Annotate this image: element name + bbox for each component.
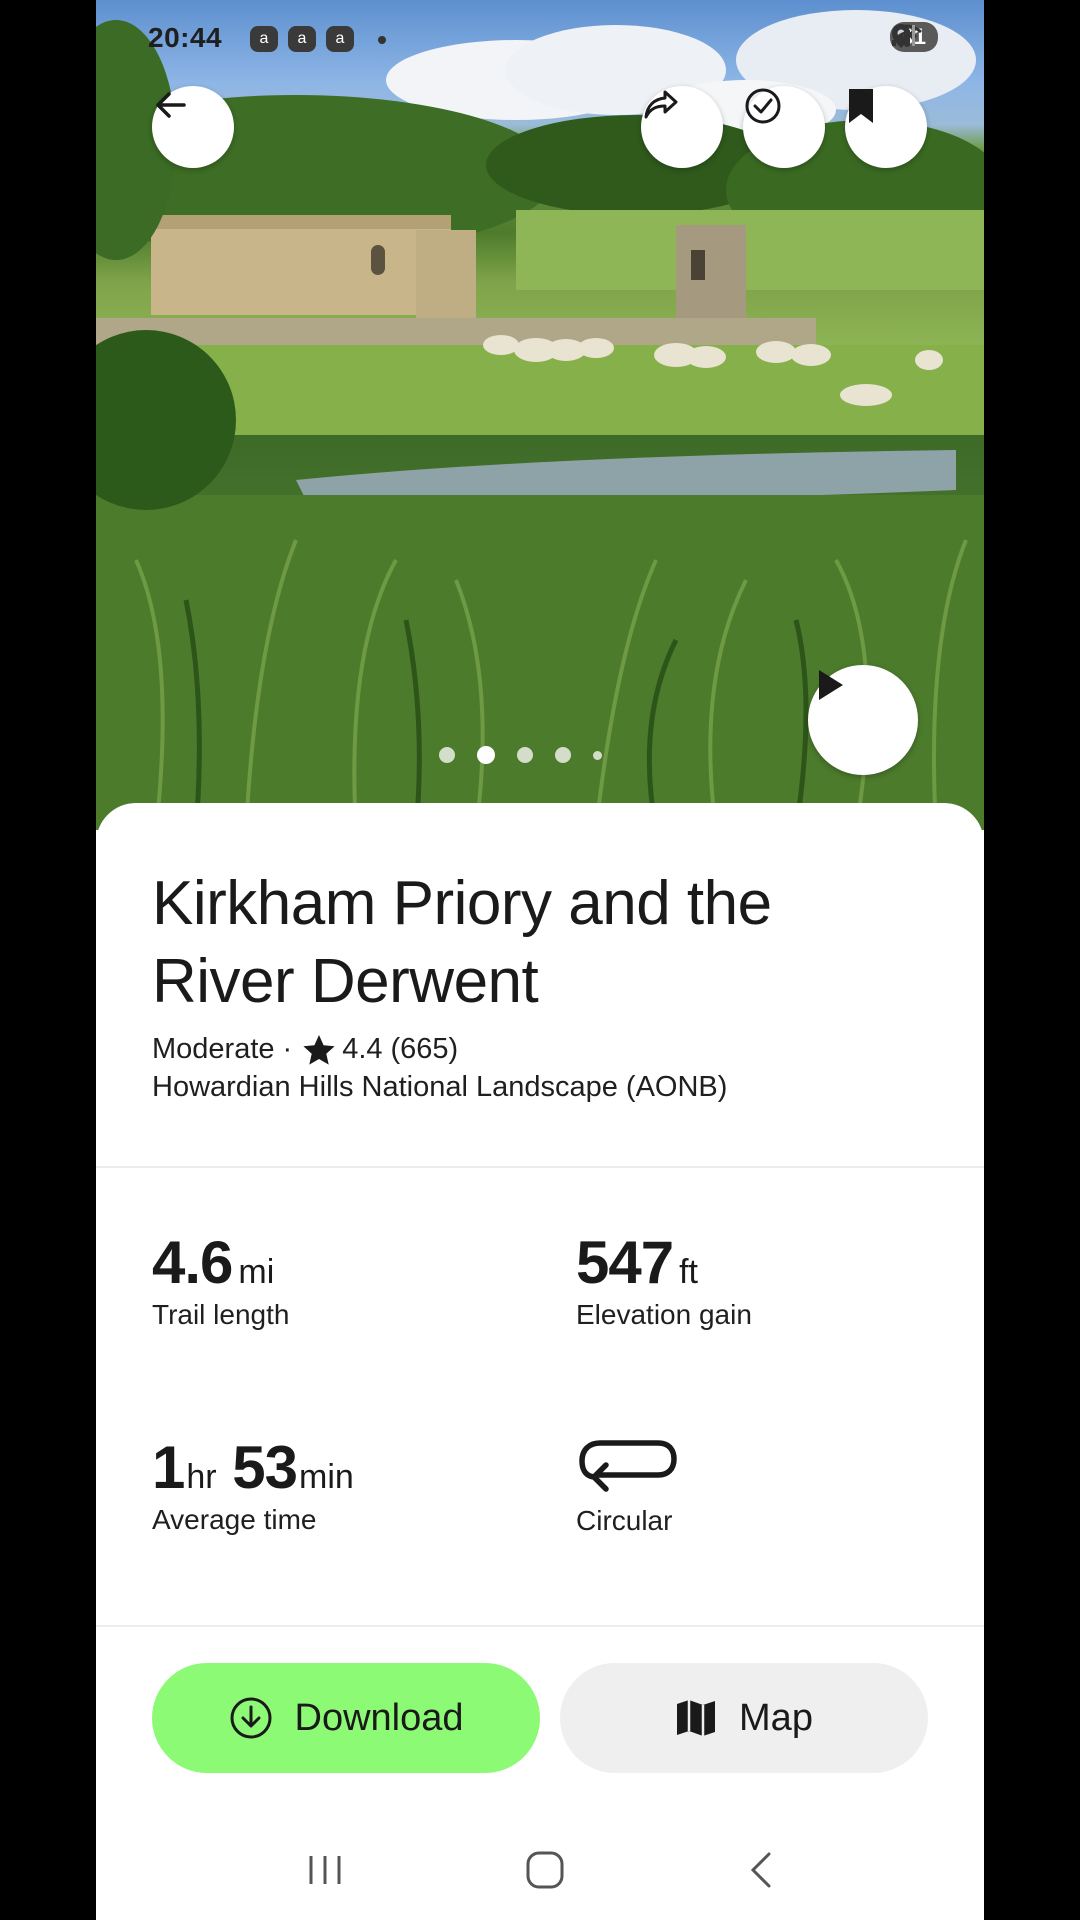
stat-label: Average time	[152, 1504, 317, 1535]
recent-apps-icon[interactable]	[305, 1852, 345, 1888]
trail-photo-carousel[interactable]: 20:44 a a a	[96, 0, 984, 830]
notification-icon: a	[288, 26, 316, 52]
review-count[interactable]: (665)	[391, 1033, 459, 1066]
download-label: Download	[294, 1696, 464, 1739]
rating-value: 4.4	[342, 1033, 383, 1065]
map-button[interactable]: Map	[560, 1663, 928, 1773]
trail-title: Kirkham Priory and the River Derwent	[152, 869, 772, 1016]
check-circle-icon	[745, 88, 781, 124]
stat-value: 1hr 53min	[152, 1433, 354, 1502]
stat-elevation-gain: 547 ft Elevation gain	[576, 1228, 752, 1331]
minutes-unit: min	[299, 1458, 354, 1496]
trail-info-card: Kirkham Priory and the River Derwent Mod…	[96, 803, 984, 1920]
download-icon	[230, 1697, 271, 1739]
map-icon	[677, 1700, 716, 1736]
carousel-indicator	[96, 746, 984, 764]
elevation-unit: ft	[679, 1253, 699, 1291]
status-bar: 20:44 a a a	[96, 0, 984, 76]
mark-completed-button[interactable]	[743, 86, 825, 168]
arrow-left-icon	[156, 92, 186, 118]
star-icon	[303, 1034, 335, 1065]
trail-region[interactable]: Howardian Hills National Landscape (AONB…	[152, 1071, 727, 1104]
save-button[interactable]	[845, 86, 927, 168]
stat-value: 547 ft	[576, 1228, 752, 1297]
stat-route-type: Circular	[576, 1433, 680, 1537]
carousel-dot[interactable]	[438, 747, 455, 763]
elevation-value: 547	[576, 1229, 674, 1296]
trail-meta: Moderate · 4.4 (665)	[152, 1033, 458, 1066]
stat-average-time: 1hr 53min Average time	[152, 1433, 354, 1536]
notification-icon: a	[326, 26, 354, 52]
stat-value: 4.6 mi	[152, 1228, 289, 1297]
carousel-dot[interactable]	[554, 747, 571, 763]
stat-label: Circular	[576, 1505, 673, 1536]
length-unit: mi	[238, 1253, 275, 1291]
share-icon	[644, 90, 678, 119]
divider	[96, 1166, 984, 1168]
stat-label: Elevation gain	[576, 1299, 752, 1330]
difficulty-label: Moderate	[152, 1033, 275, 1065]
hours-unit: hr	[186, 1458, 217, 1496]
hours-value: 1	[152, 1434, 185, 1501]
home-icon[interactable]	[524, 1849, 566, 1891]
signal-icon	[891, 25, 915, 46]
status-icons: 61	[889, 22, 938, 52]
share-button[interactable]	[641, 86, 723, 168]
map-label: Map	[739, 1696, 813, 1739]
carousel-dot[interactable]	[592, 750, 602, 760]
carousel-dot-active[interactable]	[476, 746, 495, 764]
bookmark-icon	[849, 89, 873, 123]
back-button[interactable]	[152, 86, 234, 168]
status-time: 20:44	[148, 22, 223, 53]
play-icon	[819, 670, 843, 700]
length-value: 4.6	[152, 1229, 233, 1296]
system-navigation-bar	[96, 1820, 984, 1920]
loop-icon	[579, 1440, 677, 1492]
trail-detail-screen: 20:44 a a a Kirkham Priory and the River…	[96, 0, 984, 1920]
stat-trail-length: 4.6 mi Trail length	[152, 1228, 289, 1331]
stat-label: Trail length	[152, 1299, 290, 1330]
download-button[interactable]: Download	[152, 1663, 540, 1773]
back-nav-icon[interactable]	[745, 1850, 775, 1890]
divider	[96, 1625, 984, 1627]
notification-icon: a	[250, 26, 278, 52]
more-notifications-dot	[378, 36, 386, 44]
carousel-dot[interactable]	[516, 747, 533, 763]
meta-separator: ·	[282, 1033, 293, 1065]
minutes-value: 53	[232, 1434, 298, 1501]
